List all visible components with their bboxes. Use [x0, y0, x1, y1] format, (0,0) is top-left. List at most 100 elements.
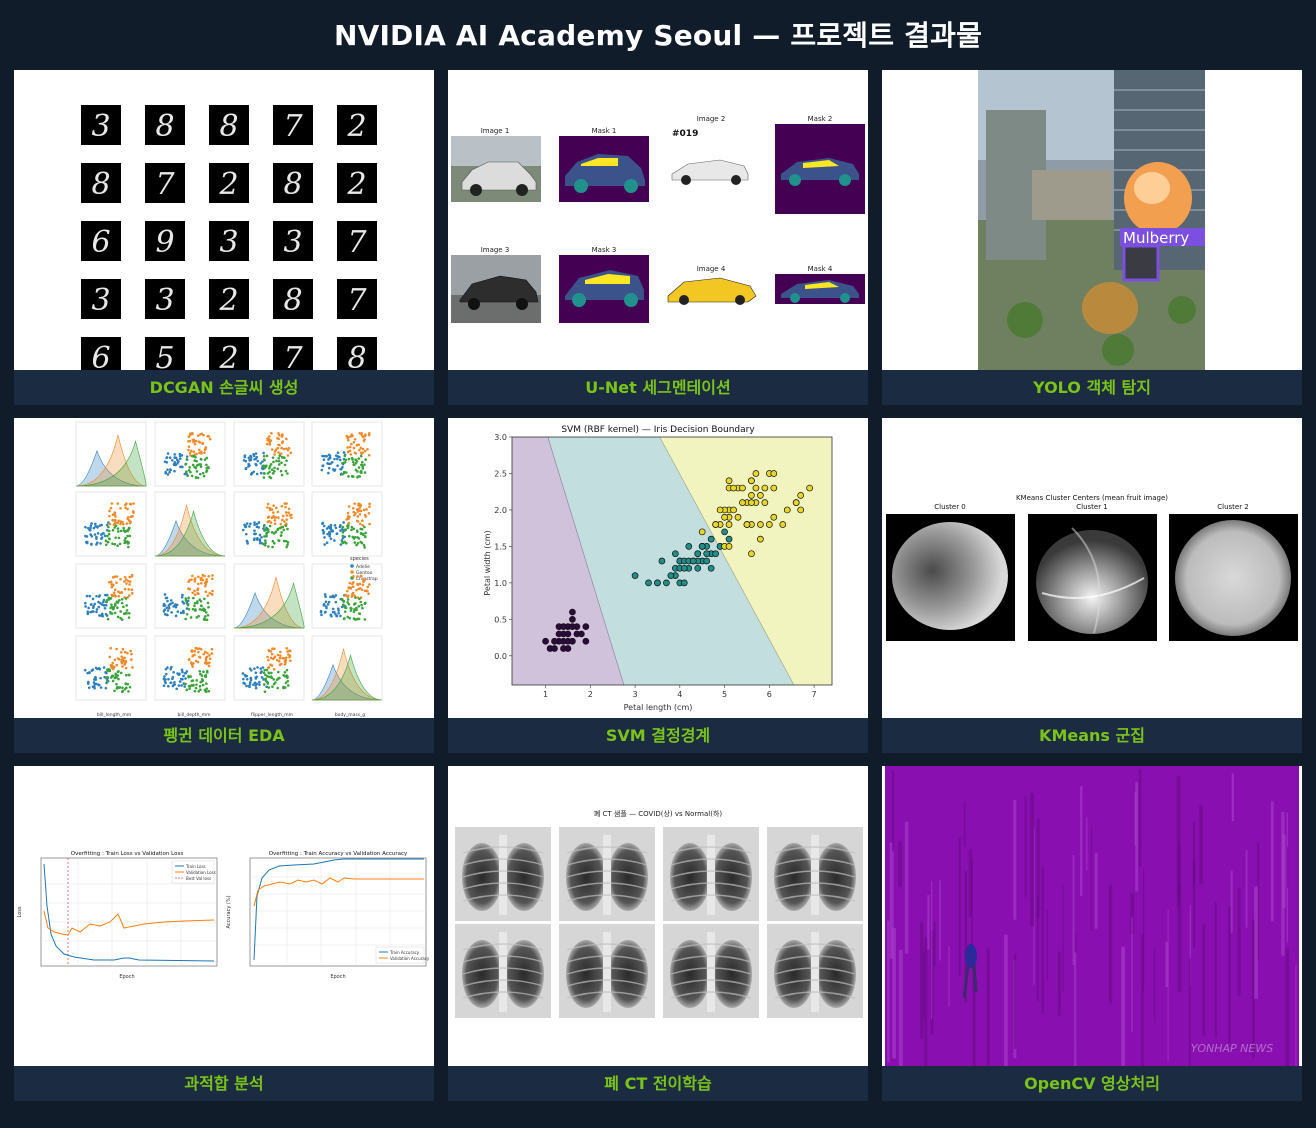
- pairplot-point: [324, 595, 327, 599]
- pairplot-point: [128, 583, 131, 586]
- pairplot-point: [241, 528, 245, 532]
- pairplot-point: [326, 532, 329, 536]
- data-point: [739, 484, 746, 492]
- pairplot-point: [119, 671, 123, 675]
- pairplot-point: [262, 683, 266, 686]
- project-card-penguin-eda[interactable]: species Adelie Gentoo Chinstrap bill_len…: [14, 418, 434, 753]
- pairplot-point: [175, 687, 178, 691]
- pairplot-point: [286, 543, 289, 547]
- pairplot-point: [261, 666, 265, 669]
- pairplot-point: [363, 463, 366, 466]
- pairplot-point: [339, 614, 342, 618]
- pairplot-point: [245, 522, 249, 525]
- project-card-kmeans[interactable]: KMeans Cluster Centers (mean fruit image…: [882, 418, 1302, 753]
- pairplot-point: [126, 545, 130, 549]
- pairplot-point: [205, 470, 208, 474]
- pairplot-point: [280, 435, 284, 438]
- svg-text:Cluster 2: Cluster 2: [1217, 503, 1249, 511]
- svg-text:폐 CT 샘플 — COVID(상) vs Normal(하: 폐 CT 샘플 — COVID(상) vs Normal(하): [594, 809, 723, 818]
- pairplot-point: [262, 542, 266, 546]
- pairplot-point: [359, 527, 363, 531]
- pairplot-point: [108, 597, 111, 600]
- pairplot-point: [175, 603, 179, 607]
- pairplot-point: [345, 589, 349, 593]
- pairplot-point: [85, 541, 89, 545]
- pairplot-point: [277, 431, 280, 435]
- pairplot-point: [333, 469, 336, 472]
- project-card-overfitting[interactable]: Overfitting : Train Loss vs Validation L…: [14, 766, 434, 1101]
- pairplot-point: [361, 460, 364, 464]
- pairplot-point: [116, 601, 120, 604]
- pairplot-point: [203, 617, 206, 620]
- data-point: [748, 499, 755, 506]
- pairplot-point: [169, 681, 173, 684]
- data-point: [761, 499, 769, 506]
- pairplot-point: [92, 681, 96, 684]
- pairplot-point: [123, 687, 127, 691]
- pairplot-point: [344, 606, 348, 610]
- texture-streak: [1094, 852, 1098, 929]
- data-point: [680, 579, 688, 587]
- pairplot-point: [358, 512, 362, 516]
- pairplot-point: [114, 672, 117, 676]
- project-card-lung-ct[interactable]: 폐 CT 샘플 — COVID(상) vs Normal(하) 폐 CT 전이학…: [448, 766, 868, 1101]
- data-point: [689, 557, 697, 565]
- pairplot-point: [262, 471, 266, 475]
- pairplot-point: [178, 680, 182, 683]
- texture-streak: [927, 895, 930, 950]
- pairplot-point: [351, 585, 355, 589]
- pairplot-point: [191, 438, 195, 442]
- pairplot-point: [186, 603, 190, 607]
- pairplot-point: [352, 574, 355, 578]
- overfitting-curves: Overfitting : Train Loss vs Validation L…: [17, 851, 430, 980]
- generated-digit-glyph: 3: [219, 225, 238, 260]
- data-point: [698, 528, 706, 536]
- svg-text:Gentoo: Gentoo: [356, 570, 373, 576]
- pairplot-point: [346, 511, 350, 515]
- pairplot-point: [267, 671, 271, 675]
- pairplot-point: [204, 615, 207, 618]
- pairplot-point: [121, 686, 124, 689]
- pairplot-point: [188, 439, 192, 443]
- pairplot-point: [270, 448, 274, 451]
- data-point: [680, 564, 688, 572]
- pairplot-point: [341, 534, 345, 538]
- svg-text:Cluster 1: Cluster 1: [1076, 503, 1108, 511]
- pairplot-point: [270, 508, 274, 511]
- project-card-svm[interactable]: SVM (RBF kernel) — Iris Decision Boundar…: [448, 418, 868, 753]
- pairplot-point: [281, 525, 285, 529]
- pairplot-point: [320, 468, 324, 472]
- pairplot-point: [281, 514, 285, 518]
- pairplot-point: [277, 539, 281, 543]
- pairplot-point: [346, 438, 350, 442]
- pairplot-point: [362, 543, 366, 547]
- pairplot-point: [205, 682, 208, 685]
- texture-streak: [948, 946, 950, 1007]
- pairplot-point: [118, 686, 122, 689]
- pairplot-point: [343, 454, 347, 458]
- data-point: [725, 477, 733, 485]
- project-card-yolo[interactable]: Mulberry YOLO 객체 탐지: [882, 70, 1302, 405]
- svg-text:Image 2: Image 2: [697, 115, 726, 123]
- pairplot-point: [353, 608, 356, 612]
- pairplot-point: [107, 532, 111, 536]
- texture-streak: [887, 920, 890, 1063]
- data-point: [761, 484, 769, 492]
- data-point: [551, 645, 558, 652]
- pairplot-point: [273, 453, 276, 456]
- pairplot-point: [325, 541, 329, 545]
- pairplot-point: [204, 584, 207, 588]
- pairplot-point: [205, 578, 208, 581]
- project-card-dcgan[interactable]: 3 8 8 7 2 8 7 2 8 2 6 9 3 3 7 3 3 2 8 7 6 5 2 7 8 DCGAN 손글씨 생성: [14, 70, 434, 405]
- pairplot-point: [183, 685, 187, 688]
- texture-streak: [933, 922, 936, 967]
- pairplot-point: [210, 652, 214, 655]
- data-point: [730, 506, 737, 514]
- pairplot-point: [113, 658, 117, 662]
- pairplot-point: [210, 593, 214, 596]
- pairplot-point: [321, 454, 324, 458]
- project-card-unet[interactable]: Image 1 Mask 1 Image 2 #019 Mask 2 Image…: [448, 70, 868, 405]
- pairplot-point: [355, 529, 359, 533]
- lung-right: [608, 940, 648, 1008]
- project-card-opencv[interactable]: YONHAP NEWS OpenCV 영상처리: [882, 766, 1302, 1101]
